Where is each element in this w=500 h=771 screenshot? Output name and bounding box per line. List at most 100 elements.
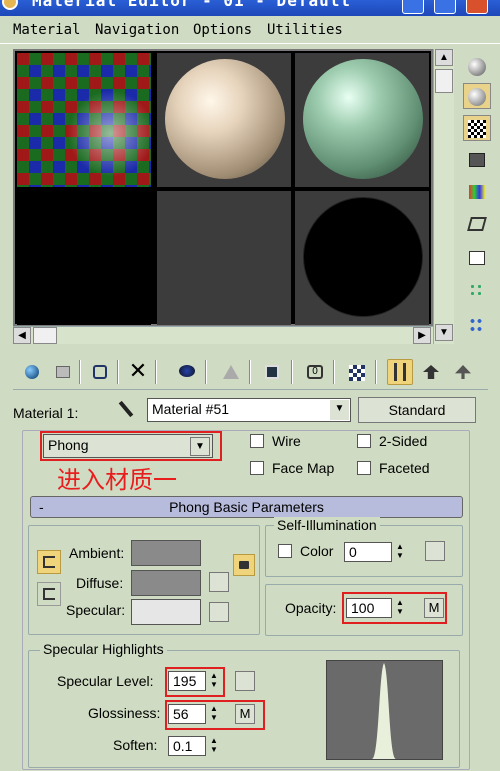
opacity-label: Opacity: xyxy=(285,600,337,616)
self-illum-color-checkbox[interactable] xyxy=(278,544,292,558)
scroll-up-icon[interactable]: ▲ xyxy=(435,49,453,66)
slots-horizontal-scrollbar[interactable]: ◀ ▶ xyxy=(13,326,433,344)
background-checker-icon[interactable] xyxy=(463,115,491,141)
face-map-label: Face Map xyxy=(272,460,335,476)
make-unique-icon[interactable] xyxy=(173,359,199,385)
soften-label: Soften: xyxy=(113,737,158,753)
diffuse-color-swatch[interactable] xyxy=(131,570,201,596)
sample-slot-3[interactable] xyxy=(295,53,429,187)
self-illum-map-button[interactable] xyxy=(425,541,445,561)
annotation-text: 进入材质一 xyxy=(57,466,177,494)
highlight-shader-box xyxy=(40,431,222,461)
slots-vertical-scrollbar[interactable]: ▲ ▼ xyxy=(433,49,454,344)
go-forward-sibling-icon[interactable] xyxy=(417,359,443,385)
title-bar: Material Editor - 01 - Default xyxy=(0,0,500,16)
video-color-check-icon[interactable] xyxy=(463,179,491,205)
menu-options[interactable]: Options xyxy=(193,22,252,38)
black-sphere-preview xyxy=(303,197,423,317)
lock-icon[interactable] xyxy=(233,554,255,576)
scroll-thumb[interactable] xyxy=(435,69,453,93)
specular-curve-icon xyxy=(327,663,442,759)
lock-diffuse-specular-icon[interactable] xyxy=(37,582,61,606)
maximize-button[interactable] xyxy=(434,0,456,14)
go-to-parent-icon[interactable] xyxy=(387,359,413,385)
soften-field[interactable]: 0.1 xyxy=(168,736,206,756)
checker-material-preview xyxy=(17,53,151,187)
minimize-button[interactable] xyxy=(402,0,424,14)
assign-to-selection-icon[interactable] xyxy=(87,359,113,385)
menu-navigation[interactable]: Navigation xyxy=(95,22,179,38)
sample-uv-icon[interactable] xyxy=(463,147,491,173)
green-sphere-preview xyxy=(303,59,423,179)
sample-slot-1[interactable] xyxy=(17,53,151,187)
put-to-library-icon[interactable] xyxy=(217,359,243,385)
reset-map-icon[interactable]: ✕ xyxy=(125,359,151,385)
show-map-in-viewport-icon[interactable]: 0 xyxy=(301,359,327,385)
put-to-scene-icon[interactable] xyxy=(49,359,75,385)
diffuse-label: Diffuse: xyxy=(76,575,124,591)
menu-material[interactable]: Material xyxy=(13,22,80,38)
highlight-opacity-box xyxy=(342,592,447,624)
two-sided-checkbox[interactable] xyxy=(357,434,371,448)
sample-type-icon[interactable] xyxy=(463,53,491,79)
specular-label: Specular: xyxy=(66,602,126,618)
eyedropper-icon[interactable] xyxy=(116,398,138,420)
close-button[interactable] xyxy=(466,0,488,14)
wire-checkbox[interactable] xyxy=(250,434,264,448)
material-toolbar: ✕ 0 xyxy=(13,356,488,390)
self-illum-spinner-icon[interactable]: ▲ ▼ xyxy=(392,542,408,562)
material-effects-channel-icon[interactable] xyxy=(259,359,285,385)
highlight-specular-level-box xyxy=(165,667,225,697)
two-sided-label: 2-Sided xyxy=(379,433,428,449)
self-illumination-title: Self-Illumination xyxy=(274,517,380,533)
select-by-material-icon[interactable] xyxy=(463,277,491,303)
hscroll-thumb[interactable] xyxy=(33,327,57,344)
window-title: Material Editor - 01 - Default xyxy=(32,0,351,10)
backlight-icon[interactable] xyxy=(463,83,491,109)
glossiness-label: Glossiness: xyxy=(88,705,161,721)
rollout-collapse-icon: - xyxy=(39,499,44,515)
specular-level-map-button[interactable] xyxy=(235,671,255,691)
material-name-field[interactable]: Material #51 xyxy=(147,398,351,422)
material-slot-label: Material 1: xyxy=(13,405,79,421)
beige-sphere-preview xyxy=(165,59,285,179)
face-map-checkbox[interactable] xyxy=(250,461,264,475)
specular-map-button[interactable] xyxy=(209,602,229,622)
faceted-label: Faceted xyxy=(379,460,430,476)
options-icon[interactable] xyxy=(463,245,491,271)
sample-slot-5[interactable] xyxy=(157,191,291,325)
get-material-icon[interactable] xyxy=(19,359,45,385)
scroll-left-icon[interactable]: ◀ xyxy=(13,327,31,344)
material-name-dropdown-icon[interactable]: ▼ xyxy=(330,400,349,420)
menu-bar: Material Navigation Options Utilities xyxy=(0,16,500,44)
soften-spinner-icon[interactable]: ▲ ▼ xyxy=(206,736,222,756)
specular-level-label: Specular Level: xyxy=(57,673,154,689)
phong-basic-parameters-rollout[interactable]: - Phong Basic Parameters xyxy=(30,496,463,518)
self-illum-value-field[interactable]: 0 xyxy=(344,542,392,562)
app-icon xyxy=(2,0,18,10)
menu-utilities[interactable]: Utilities xyxy=(267,22,343,38)
sample-slot-6[interactable] xyxy=(295,191,429,325)
diffuse-map-button[interactable] xyxy=(209,572,229,592)
self-illum-color-label: Color xyxy=(300,543,334,559)
faceted-checkbox[interactable] xyxy=(357,461,371,475)
sample-slot-2[interactable] xyxy=(157,53,291,187)
side-toolbar xyxy=(458,49,496,349)
lock-ambient-diffuse-icon[interactable] xyxy=(37,550,61,574)
ambient-label: Ambient: xyxy=(69,545,125,561)
sample-slot-4[interactable] xyxy=(17,191,151,325)
specular-curve-graph xyxy=(326,660,443,760)
material-map-navigator-icon[interactable] xyxy=(463,311,491,337)
specular-color-swatch[interactable] xyxy=(131,599,201,625)
specular-highlights-title: Specular Highlights xyxy=(40,641,167,657)
pick-material-icon[interactable] xyxy=(449,359,475,385)
make-preview-icon[interactable] xyxy=(463,211,491,237)
sample-slots xyxy=(13,49,433,326)
show-end-result-icon[interactable] xyxy=(343,359,369,385)
wire-label: Wire xyxy=(272,433,301,449)
material-type-button[interactable]: Standard xyxy=(358,397,476,423)
ambient-color-swatch[interactable] xyxy=(131,540,201,566)
scroll-down-icon[interactable]: ▼ xyxy=(435,324,453,341)
rollout-title: Phong Basic Parameters xyxy=(169,499,324,515)
scroll-right-icon[interactable]: ▶ xyxy=(413,327,431,344)
